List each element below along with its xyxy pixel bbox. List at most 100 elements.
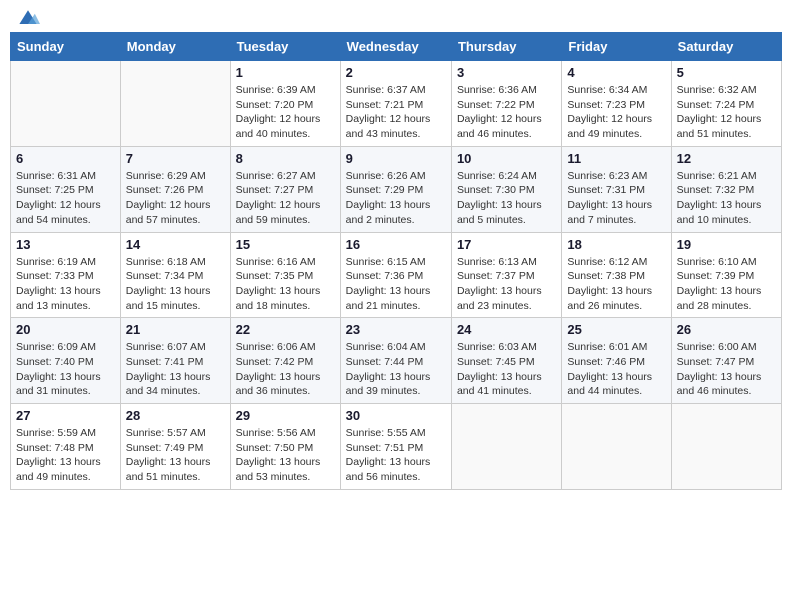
day-info: Sunrise: 6:13 AM Sunset: 7:37 PM Dayligh… [457,255,556,314]
calendar-cell: 25 Sunrise: 6:01 AM Sunset: 7:46 PM Dayli… [562,318,671,404]
day-info: Sunrise: 6:24 AM Sunset: 7:30 PM Dayligh… [457,169,556,228]
day-number: 29 [236,408,335,423]
day-number: 17 [457,237,556,252]
day-info: Sunrise: 6:06 AM Sunset: 7:42 PM Dayligh… [236,340,335,399]
calendar-cell: 23 Sunrise: 6:04 AM Sunset: 7:44 PM Dayli… [340,318,451,404]
day-info: Sunrise: 6:10 AM Sunset: 7:39 PM Dayligh… [677,255,776,314]
day-number: 19 [677,237,776,252]
day-info: Sunrise: 6:04 AM Sunset: 7:44 PM Dayligh… [346,340,446,399]
calendar-cell [120,61,230,147]
logo [14,10,40,24]
day-info: Sunrise: 6:19 AM Sunset: 7:33 PM Dayligh… [16,255,115,314]
day-info: Sunrise: 6:01 AM Sunset: 7:46 PM Dayligh… [567,340,665,399]
day-info: Sunrise: 6:09 AM Sunset: 7:40 PM Dayligh… [16,340,115,399]
calendar-cell: 6 Sunrise: 6:31 AM Sunset: 7:25 PM Daylig… [11,146,121,232]
day-header-sunday: Sunday [11,33,121,61]
calendar-cell: 19 Sunrise: 6:10 AM Sunset: 7:39 PM Dayli… [671,232,781,318]
day-number: 14 [126,237,225,252]
day-info: Sunrise: 5:56 AM Sunset: 7:50 PM Dayligh… [236,426,335,485]
day-number: 23 [346,322,446,337]
day-header-saturday: Saturday [671,33,781,61]
day-info: Sunrise: 6:15 AM Sunset: 7:36 PM Dayligh… [346,255,446,314]
day-number: 22 [236,322,335,337]
day-number: 24 [457,322,556,337]
day-info: Sunrise: 6:18 AM Sunset: 7:34 PM Dayligh… [126,255,225,314]
day-info: Sunrise: 6:29 AM Sunset: 7:26 PM Dayligh… [126,169,225,228]
day-number: 2 [346,65,446,80]
calendar-cell: 11 Sunrise: 6:23 AM Sunset: 7:31 PM Dayli… [562,146,671,232]
calendar-cell: 26Sunrise: 6:00 AM Sunset: 7:47 PM Dayli… [671,318,781,404]
day-number: 30 [346,408,446,423]
calendar-cell [671,404,781,490]
day-info: Sunrise: 6:00 AM Sunset: 7:47 PM Dayligh… [677,340,776,399]
page-header [10,10,782,24]
day-info: Sunrise: 6:07 AM Sunset: 7:41 PM Dayligh… [126,340,225,399]
day-number: 1 [236,65,335,80]
day-info: Sunrise: 6:39 AM Sunset: 7:20 PM Dayligh… [236,83,335,142]
calendar-cell: 30 Sunrise: 5:55 AM Sunset: 7:51 PM Dayli… [340,404,451,490]
calendar-cell: 8 Sunrise: 6:27 AM Sunset: 7:27 PM Daylig… [230,146,340,232]
day-info: Sunrise: 6:03 AM Sunset: 7:45 PM Dayligh… [457,340,556,399]
day-number: 21 [126,322,225,337]
calendar-cell: 29 Sunrise: 5:56 AM Sunset: 7:50 PM Dayli… [230,404,340,490]
day-header-tuesday: Tuesday [230,33,340,61]
calendar-cell [11,61,121,147]
day-info: Sunrise: 6:32 AM Sunset: 7:24 PM Dayligh… [677,83,776,142]
calendar-cell [451,404,561,490]
calendar-cell: 13Sunrise: 6:19 AM Sunset: 7:33 PM Dayli… [11,232,121,318]
day-number: 7 [126,151,225,166]
day-info: Sunrise: 6:23 AM Sunset: 7:31 PM Dayligh… [567,169,665,228]
day-info: Sunrise: 6:16 AM Sunset: 7:35 PM Dayligh… [236,255,335,314]
day-header-monday: Monday [120,33,230,61]
day-number: 18 [567,237,665,252]
calendar-cell: 16 Sunrise: 6:15 AM Sunset: 7:36 PM Dayli… [340,232,451,318]
calendar-cell: 10 Sunrise: 6:24 AM Sunset: 7:30 PM Dayli… [451,146,561,232]
day-info: Sunrise: 5:55 AM Sunset: 7:51 PM Dayligh… [346,426,446,485]
day-info: Sunrise: 5:59 AM Sunset: 7:48 PM Dayligh… [16,426,115,485]
calendar-cell: 28 Sunrise: 5:57 AM Sunset: 7:49 PM Dayli… [120,404,230,490]
day-number: 20 [16,322,115,337]
calendar-cell: 5 Sunrise: 6:32 AM Sunset: 7:24 PM Daylig… [671,61,781,147]
day-info: Sunrise: 6:31 AM Sunset: 7:25 PM Dayligh… [16,169,115,228]
calendar-cell: 9 Sunrise: 6:26 AM Sunset: 7:29 PM Daylig… [340,146,451,232]
calendar-cell: 15Sunrise: 6:16 AM Sunset: 7:35 PM Dayli… [230,232,340,318]
day-number: 28 [126,408,225,423]
calendar-cell: 14 Sunrise: 6:18 AM Sunset: 7:34 PM Dayli… [120,232,230,318]
calendar-cell: 4Sunrise: 6:34 AM Sunset: 7:23 PM Daylig… [562,61,671,147]
day-number: 5 [677,65,776,80]
day-number: 6 [16,151,115,166]
calendar-cell: 3 Sunrise: 6:36 AM Sunset: 7:22 PM Daylig… [451,61,561,147]
day-number: 4 [567,65,665,80]
day-header-wednesday: Wednesday [340,33,451,61]
calendar-cell: 24 Sunrise: 6:03 AM Sunset: 7:45 PM Dayli… [451,318,561,404]
calendar-cell: 12 Sunrise: 6:21 AM Sunset: 7:32 PM Dayli… [671,146,781,232]
calendar-cell: 22 Sunrise: 6:06 AM Sunset: 7:42 PM Dayli… [230,318,340,404]
day-info: Sunrise: 6:12 AM Sunset: 7:38 PM Dayligh… [567,255,665,314]
calendar-cell: 1 Sunrise: 6:39 AM Sunset: 7:20 PM Daylig… [230,61,340,147]
calendar-cell: 18 Sunrise: 6:12 AM Sunset: 7:38 PM Dayli… [562,232,671,318]
day-number: 25 [567,322,665,337]
calendar-cell: 2 Sunrise: 6:37 AM Sunset: 7:21 PM Daylig… [340,61,451,147]
day-number: 9 [346,151,446,166]
calendar-table: SundayMondayTuesdayWednesdayThursdayFrid… [10,32,782,490]
day-info: Sunrise: 6:21 AM Sunset: 7:32 PM Dayligh… [677,169,776,228]
day-header-thursday: Thursday [451,33,561,61]
day-number: 27 [16,408,115,423]
day-info: Sunrise: 6:26 AM Sunset: 7:29 PM Dayligh… [346,169,446,228]
day-info: Sunrise: 5:57 AM Sunset: 7:49 PM Dayligh… [126,426,225,485]
day-number: 10 [457,151,556,166]
day-number: 3 [457,65,556,80]
day-number: 11 [567,151,665,166]
calendar-cell: 17 Sunrise: 6:13 AM Sunset: 7:37 PM Dayli… [451,232,561,318]
day-number: 16 [346,237,446,252]
calendar-cell: 27 Sunrise: 5:59 AM Sunset: 7:48 PM Dayli… [11,404,121,490]
day-number: 8 [236,151,335,166]
day-info: Sunrise: 6:37 AM Sunset: 7:21 PM Dayligh… [346,83,446,142]
logo-icon [16,8,40,28]
day-number: 12 [677,151,776,166]
calendar-cell: 21 Sunrise: 6:07 AM Sunset: 7:41 PM Dayli… [120,318,230,404]
day-info: Sunrise: 6:27 AM Sunset: 7:27 PM Dayligh… [236,169,335,228]
calendar-cell [562,404,671,490]
day-info: Sunrise: 6:36 AM Sunset: 7:22 PM Dayligh… [457,83,556,142]
calendar-cell: 20 Sunrise: 6:09 AM Sunset: 7:40 PM Dayli… [11,318,121,404]
